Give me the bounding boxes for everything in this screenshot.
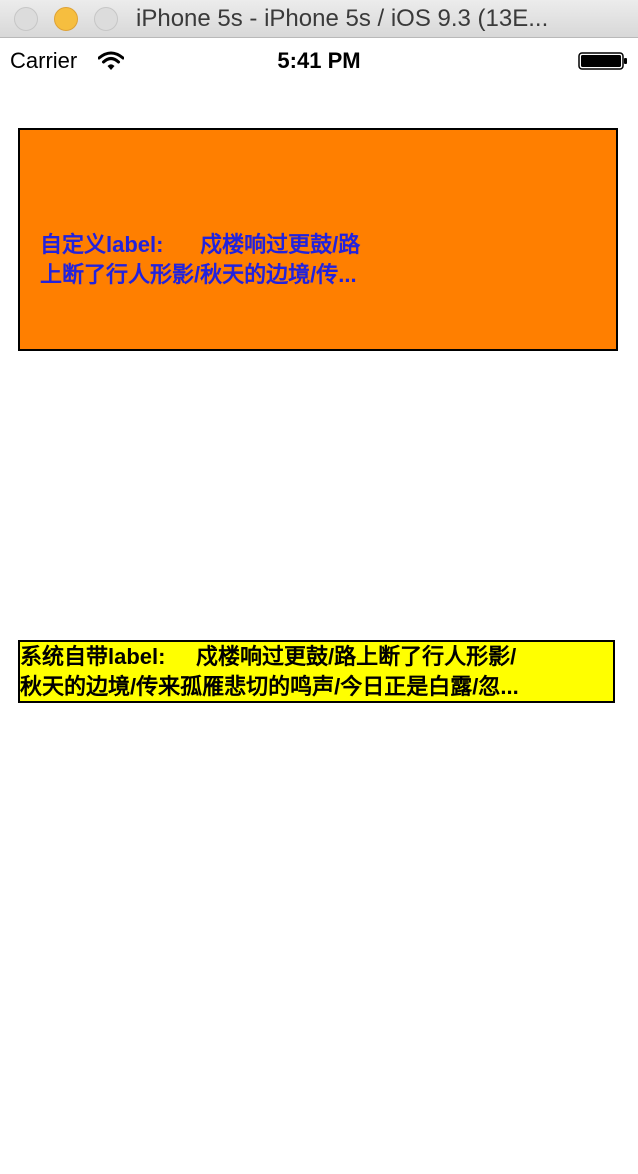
system-label-text: 系统自带label: 戍楼响过更鼓/路上断了行人形影/ 秋天的边境/传来孤雁悲切… xyxy=(20,642,615,702)
minimize-window-button[interactable] xyxy=(54,7,78,31)
zoom-window-button[interactable] xyxy=(94,7,118,31)
custom-label-box: 自定义label: 戍楼响过更鼓/路 上断了行人形影/秋天的边境/传... xyxy=(18,128,618,351)
custom-label-text: 自定义label: 戍楼响过更鼓/路 上断了行人形影/秋天的边境/传... xyxy=(40,230,440,290)
system-label-line-2: 秋天的边境/传来孤雁悲切的鸣声/今日正是白露/忽... xyxy=(20,674,519,699)
system-label-box: 系统自带label: 戍楼响过更鼓/路上断了行人形影/ 秋天的边境/传来孤雁悲切… xyxy=(18,640,615,703)
battery-icon xyxy=(578,52,627,70)
system-label-line-1: 系统自带label: 戍楼响过更鼓/路上断了行人形影/ xyxy=(20,644,517,669)
custom-label-line-2: 上断了行人形影/秋天的边境/传... xyxy=(40,262,357,287)
simulator-title-bar: iPhone 5s - iPhone 5s / iOS 9.3 (13E... xyxy=(0,0,638,38)
ios-status-bar: Carrier 5:41 PM xyxy=(0,39,638,83)
status-time: 5:41 PM xyxy=(277,48,361,73)
custom-label-line-1: 自定义label: 戍楼响过更鼓/路 xyxy=(40,232,361,257)
close-window-button[interactable] xyxy=(14,7,38,31)
window-title: iPhone 5s - iPhone 5s / iOS 9.3 (13E... xyxy=(136,5,549,32)
